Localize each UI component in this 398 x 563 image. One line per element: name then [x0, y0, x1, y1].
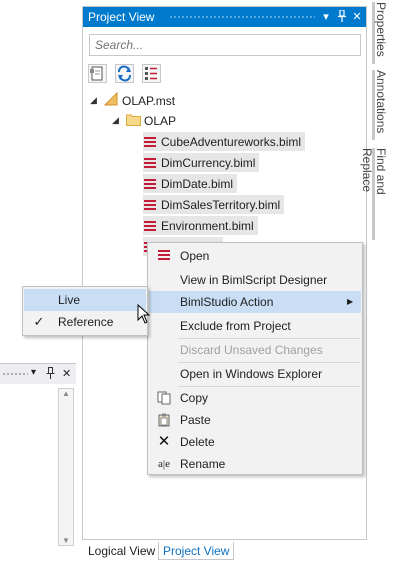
show-all-files-button[interactable] [88, 64, 107, 83]
file-label: Environment.biml [161, 218, 254, 233]
mouse-cursor-icon [137, 303, 151, 327]
pin-icon[interactable] [46, 367, 55, 382]
submenu-arrow-icon: ▶ [347, 297, 354, 306]
menu-item-discard: Discard Unsaved Changes [180, 343, 323, 357]
biml-file-icon [143, 199, 157, 211]
refresh-button[interactable] [115, 64, 134, 83]
collapse-all-button[interactable] [142, 64, 161, 83]
title-grip[interactable] [2, 372, 28, 377]
menu-item-view-designer[interactable]: View in BimlScript Designer [149, 269, 361, 291]
menu-item-paste[interactable]: Paste [149, 409, 361, 431]
search-box[interactable] [89, 34, 361, 56]
delete-icon: ✕ [157, 433, 171, 450]
pane-title-bar: Project View ▾ ✕ [83, 7, 366, 27]
tree-node-label: OLAP [144, 113, 177, 128]
tree-file-row[interactable]: DimDate.biml [143, 174, 238, 193]
dropdown-icon[interactable]: ▾ [31, 367, 36, 378]
menu-item-bimlstudio-action[interactable]: BimlStudio Action ▶ [149, 291, 361, 313]
file-label: DimDate.biml [161, 176, 234, 191]
close-icon[interactable]: ✕ [350, 10, 364, 24]
title-grip[interactable] [169, 15, 315, 20]
tab-logical-view[interactable]: Logical View [84, 542, 159, 560]
close-icon[interactable]: ✕ [62, 367, 71, 380]
left-pane-title-bar: ▾ ✕ [0, 364, 76, 384]
tree-node-label: OLAP.mst [122, 93, 176, 108]
project-icon [103, 91, 122, 109]
biml-file-icon [143, 157, 157, 169]
context-menu: Open View in BimlScript Designer BimlStu… [147, 242, 363, 475]
file-label: DimCurrency.biml [161, 155, 256, 170]
file-label: CubeAdventureworks.biml [161, 134, 302, 149]
menu-item-copy[interactable]: Copy [149, 387, 361, 409]
tree-file-row[interactable]: DimSalesTerritory.biml [143, 195, 285, 214]
menu-item-exclude[interactable]: Exclude from Project [149, 315, 361, 337]
file-label: DimSalesTerritory.biml [161, 197, 281, 212]
submenu: Live ✓ Reference [22, 286, 148, 336]
search-input[interactable] [90, 35, 360, 55]
rename-icon: a|e [158, 458, 170, 470]
tree-node-root[interactable]: ◢ OLAP.mst [90, 91, 175, 110]
submenu-item-live[interactable]: Live [24, 289, 146, 311]
scrollbar[interactable]: ▲ ▼ [58, 388, 74, 546]
menu-item-open-explorer[interactable]: Open in Windows Explorer [149, 363, 361, 385]
scroll-down-icon[interactable]: ▼ [62, 536, 70, 545]
tab-annotations[interactable]: Annotations [372, 70, 388, 140]
tree-file-row[interactable]: Environment.biml [143, 216, 258, 235]
tree-file-row[interactable]: DimCurrency.biml [143, 153, 260, 172]
expand-arrow-icon[interactable]: ◢ [90, 95, 104, 106]
menu-item-delete[interactable]: ✕ Delete [149, 431, 361, 453]
biml-file-icon [143, 136, 157, 148]
menu-item-open[interactable]: Open [149, 245, 361, 267]
submenu-item-reference[interactable]: ✓ Reference [24, 311, 146, 333]
scroll-up-icon[interactable]: ▲ [62, 389, 70, 398]
left-docked-pane: ▾ ✕ ▲ ▼ [0, 363, 76, 563]
tab-find-and-replace[interactable]: Find and Replace [360, 148, 388, 240]
biml-file-icon [143, 220, 157, 232]
checkmark-icon: ✓ [33, 314, 45, 329]
folder-icon [126, 113, 144, 129]
biml-file-icon [156, 249, 172, 263]
tree-file-row[interactable]: CubeAdventureworks.biml [143, 132, 306, 151]
tab-project-view[interactable]: Project View [158, 542, 235, 560]
dropdown-icon[interactable]: ▾ [319, 10, 333, 24]
paste-icon [156, 413, 172, 427]
pane-title: Project View [88, 10, 155, 24]
menu-item-rename[interactable]: a|e Rename [149, 453, 361, 475]
pin-icon[interactable] [335, 9, 349, 24]
tree-node-folder[interactable]: ◢ OLAP [112, 111, 176, 130]
biml-file-icon [143, 178, 157, 190]
tab-properties[interactable]: Properties [372, 2, 388, 64]
copy-icon [156, 391, 172, 405]
expand-arrow-icon[interactable]: ◢ [112, 115, 126, 126]
